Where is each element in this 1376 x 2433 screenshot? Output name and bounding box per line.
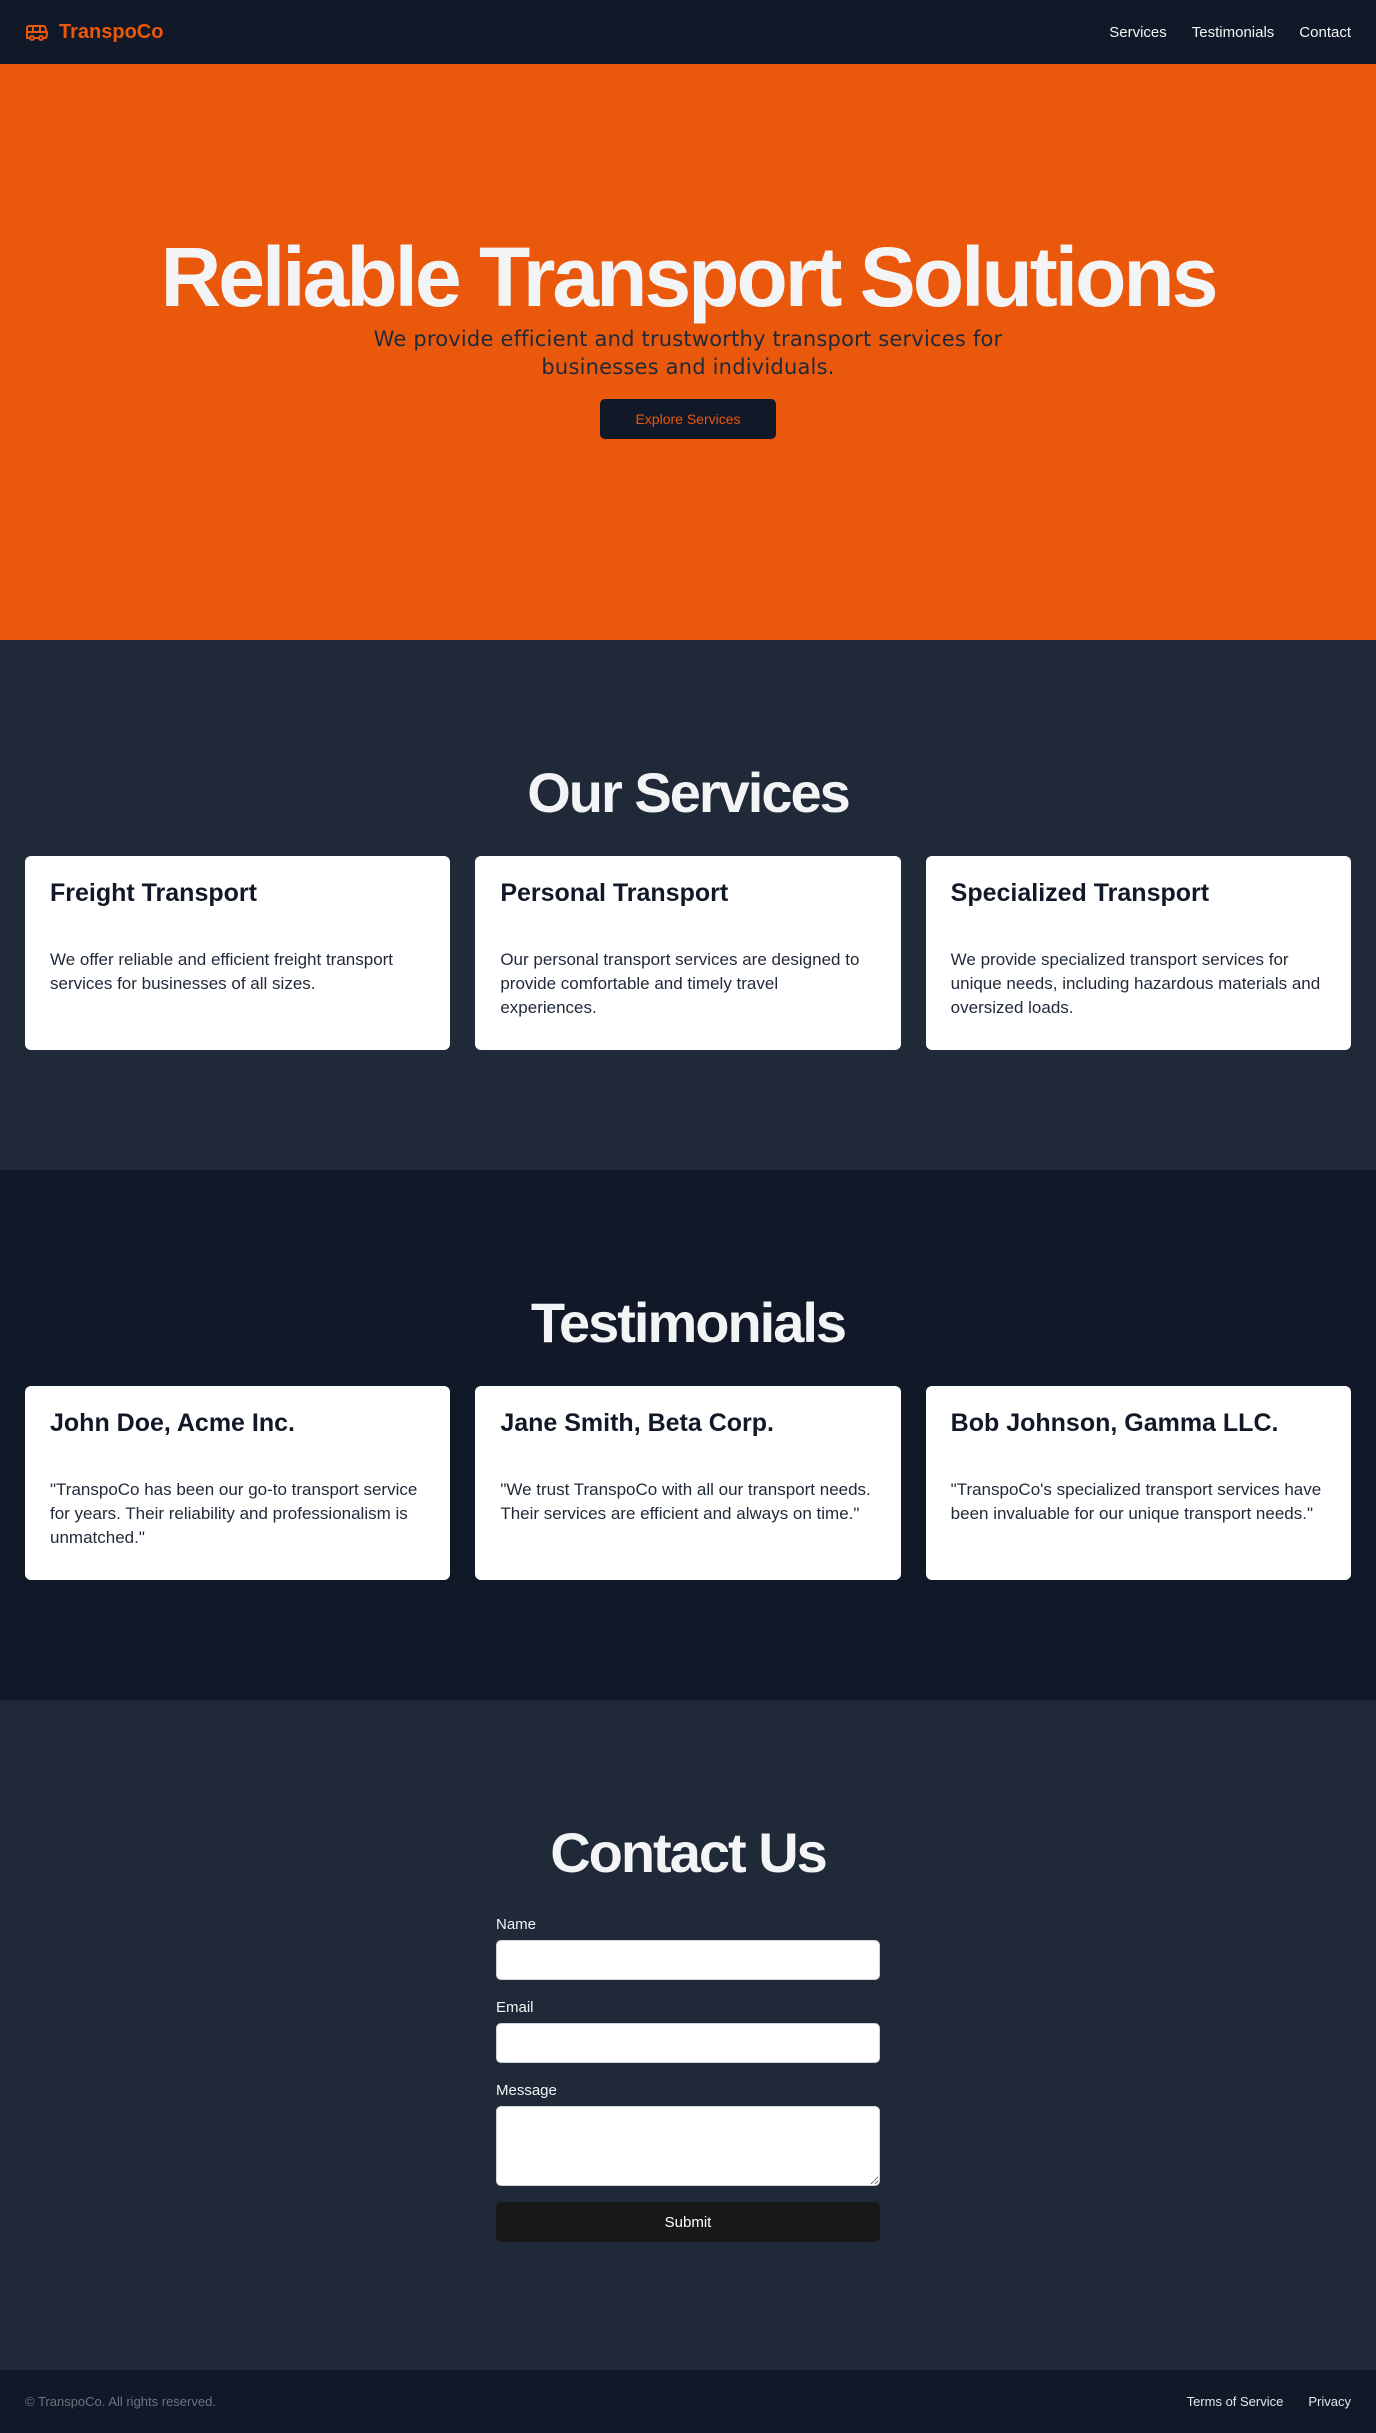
service-card: Specialized Transport We provide special… — [925, 856, 1351, 1050]
bus-icon — [25, 20, 49, 44]
contact-section: Contact Us Name Email Message Submit — [0, 1700, 1376, 2370]
brand[interactable]: TranspoCo — [25, 20, 163, 44]
hero-section: Reliable Transport Solutions We provide … — [0, 64, 1376, 640]
services-title: Our Services — [527, 761, 851, 824]
name-input[interactable] — [496, 1940, 880, 1980]
contact-title: Contact Us — [550, 1821, 828, 1884]
testimonial-author: Bob Johnson, Gamma LLC. — [950, 1409, 1279, 1437]
hero-subtitle: We provide efficient and trustworthy tra… — [373, 326, 1003, 379]
hero-title: Reliable Transport Solutions — [160, 229, 1219, 324]
testimonial-quote: "TranspoCo has been our go-to transport … — [50, 1480, 418, 1547]
testimonial-author: John Doe, Acme Inc. — [50, 1409, 295, 1437]
services-cards: Freight Transport We offer reliable and … — [25, 856, 1351, 1050]
services-section: Our Services Freight Transport We offer … — [0, 640, 1376, 1170]
site-header: TranspoCo Services Testimonials Contact — [0, 0, 1376, 64]
email-input[interactable] — [496, 2023, 880, 2063]
nav-link-contact[interactable]: Contact — [1299, 24, 1351, 41]
testimonial-author: Jane Smith, Beta Corp. — [500, 1409, 774, 1437]
service-card-title: Freight Transport — [50, 879, 257, 907]
contact-form: Name Email Message Submit — [496, 1916, 880, 2242]
terms-link[interactable]: Terms of Service — [1187, 2394, 1284, 2409]
service-card-text: We offer reliable and efficient freight … — [50, 950, 394, 993]
footer-links: Terms of Service Privacy — [1187, 2394, 1351, 2409]
testimonial-card: Jane Smith, Beta Corp. "We trust Transpo… — [475, 1386, 901, 1580]
nav-link-testimonials[interactable]: Testimonials — [1192, 24, 1275, 41]
submit-button[interactable]: Submit — [496, 2202, 880, 2242]
testimonial-card: John Doe, Acme Inc. "TranspoCo has been … — [25, 1386, 451, 1580]
testimonials-section: Testimonials John Doe, Acme Inc. "Transp… — [0, 1170, 1376, 1700]
nav-link-services[interactable]: Services — [1109, 24, 1167, 41]
testimonial-quote: "TranspoCo's specialized transport servi… — [950, 1480, 1322, 1523]
service-card-title: Personal Transport — [500, 879, 729, 907]
brand-name: TranspoCo — [59, 20, 164, 43]
service-card-title: Specialized Transport — [950, 879, 1210, 907]
site-footer: © TranspoCo. All rights reserved. Terms … — [0, 2370, 1376, 2433]
copyright-text: © TranspoCo. All rights reserved. — [25, 2394, 216, 2409]
message-textarea[interactable] — [496, 2106, 880, 2186]
service-card-text: We provide specialized transport service… — [950, 950, 1321, 1017]
service-card: Personal Transport Our personal transpor… — [475, 856, 901, 1050]
testimonial-quote: "We trust TranspoCo with all our transpo… — [500, 1480, 871, 1523]
message-label: Message — [496, 2082, 557, 2099]
testimonials-cards: John Doe, Acme Inc. "TranspoCo has been … — [25, 1386, 1351, 1580]
explore-services-button[interactable]: Explore Services — [600, 399, 776, 440]
service-card: Freight Transport We offer reliable and … — [25, 856, 451, 1050]
testimonial-card: Bob Johnson, Gamma LLC. "TranspoCo's spe… — [925, 1386, 1351, 1580]
privacy-link[interactable]: Privacy — [1308, 2394, 1351, 2409]
main-nav: Services Testimonials Contact — [1109, 24, 1351, 41]
name-label: Name — [496, 1916, 537, 1933]
testimonials-title: Testimonials — [530, 1291, 847, 1354]
email-label: Email — [496, 1999, 534, 2016]
service-card-text: Our personal transport services are desi… — [500, 950, 860, 1017]
